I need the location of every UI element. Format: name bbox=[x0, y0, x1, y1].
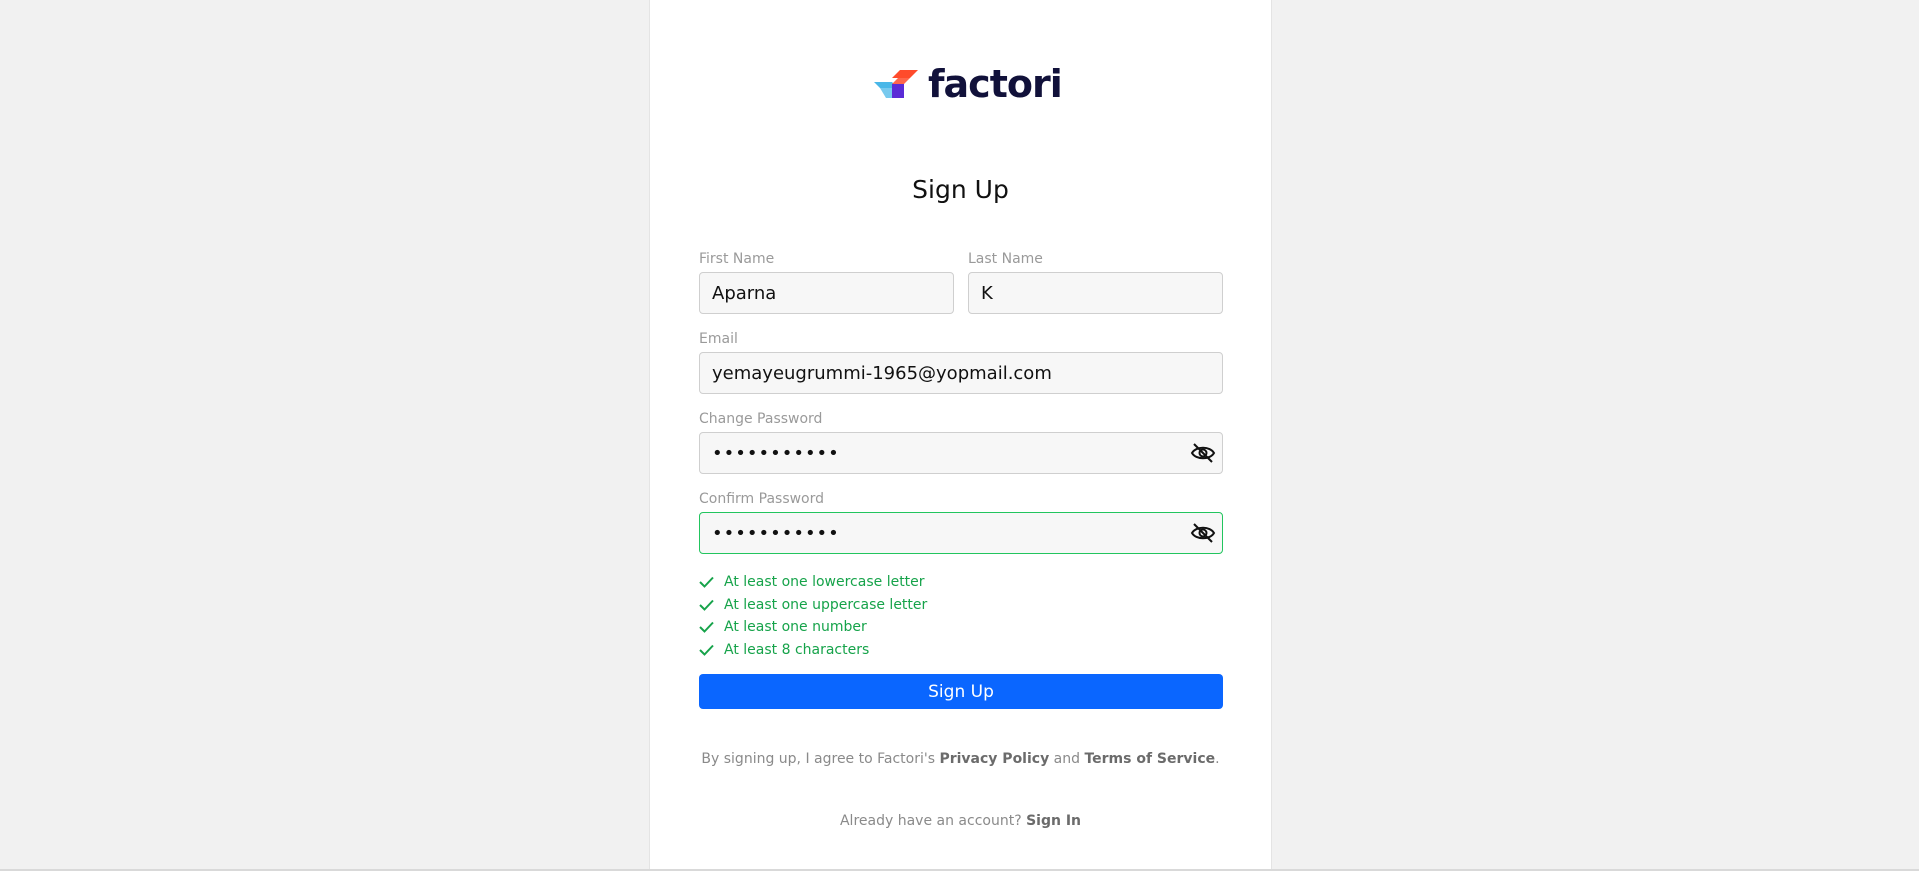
last-name-label: Last Name bbox=[968, 251, 1043, 267]
first-name-value: Aparna bbox=[712, 282, 777, 304]
signup-card: factori Sign Up First Name Aparna Last N… bbox=[649, 0, 1272, 869]
terms-of-service-link[interactable]: Terms of Service bbox=[1084, 751, 1215, 767]
first-name-label: First Name bbox=[699, 251, 775, 267]
rule-text: At least one lowercase letter bbox=[724, 574, 925, 591]
brand-name: factori bbox=[928, 62, 1063, 106]
sign-up-button[interactable]: Sign Up bbox=[699, 674, 1223, 709]
check-icon bbox=[699, 644, 714, 656]
signin-prompt: Already have an account? Sign In bbox=[650, 813, 1271, 829]
first-name-input[interactable]: Aparna bbox=[699, 272, 954, 314]
rule-item: At least 8 characters bbox=[699, 639, 927, 662]
email-label: Email bbox=[699, 331, 738, 347]
rule-text: At least one number bbox=[724, 619, 867, 636]
terms-text: By signing up, I agree to Factori's Priv… bbox=[650, 751, 1271, 767]
rule-item: At least one lowercase letter bbox=[699, 571, 927, 594]
check-icon bbox=[699, 622, 714, 634]
privacy-policy-link[interactable]: Privacy Policy bbox=[939, 751, 1049, 767]
check-icon bbox=[699, 599, 714, 611]
eye-off-icon[interactable] bbox=[1190, 522, 1216, 544]
confirm-password-label: Confirm Password bbox=[699, 491, 825, 507]
sign-in-link[interactable]: Sign In bbox=[1026, 813, 1081, 829]
terms-prefix: By signing up, I agree to Factori's bbox=[701, 751, 940, 767]
last-name-input[interactable]: K bbox=[968, 272, 1223, 314]
page-title: Sign Up bbox=[912, 175, 1009, 204]
confirm-password-input[interactable]: ••••••••••• bbox=[699, 512, 1223, 554]
email-input[interactable]: yemayeugrummi-1965@yopmail.com bbox=[699, 352, 1223, 394]
signin-prefix: Already have an account? bbox=[839, 813, 1027, 829]
password-label: Change Password bbox=[699, 411, 823, 427]
email-value: yemayeugrummi-1965@yopmail.com bbox=[712, 362, 1052, 384]
rule-item: At least one uppercase letter bbox=[699, 594, 927, 617]
terms-and: and bbox=[1049, 751, 1085, 767]
terms-suffix: . bbox=[1215, 751, 1220, 767]
eye-off-icon[interactable] bbox=[1190, 442, 1216, 464]
page: factori Sign Up First Name Aparna Last N… bbox=[0, 0, 1919, 871]
confirm-password-value: ••••••••••• bbox=[712, 522, 840, 544]
last-name-value: K bbox=[981, 282, 993, 304]
rule-text: At least one uppercase letter bbox=[724, 596, 928, 613]
check-icon bbox=[699, 577, 714, 589]
rule-text: At least 8 characters bbox=[724, 641, 870, 658]
brand-logo: factori bbox=[874, 62, 1063, 106]
password-rules: At least one lowercase letter At least o… bbox=[699, 571, 927, 661]
rule-item: At least one number bbox=[699, 616, 927, 639]
password-value: ••••••••••• bbox=[712, 442, 840, 464]
password-input[interactable]: ••••••••••• bbox=[699, 432, 1223, 474]
factori-logo-icon bbox=[874, 70, 918, 98]
